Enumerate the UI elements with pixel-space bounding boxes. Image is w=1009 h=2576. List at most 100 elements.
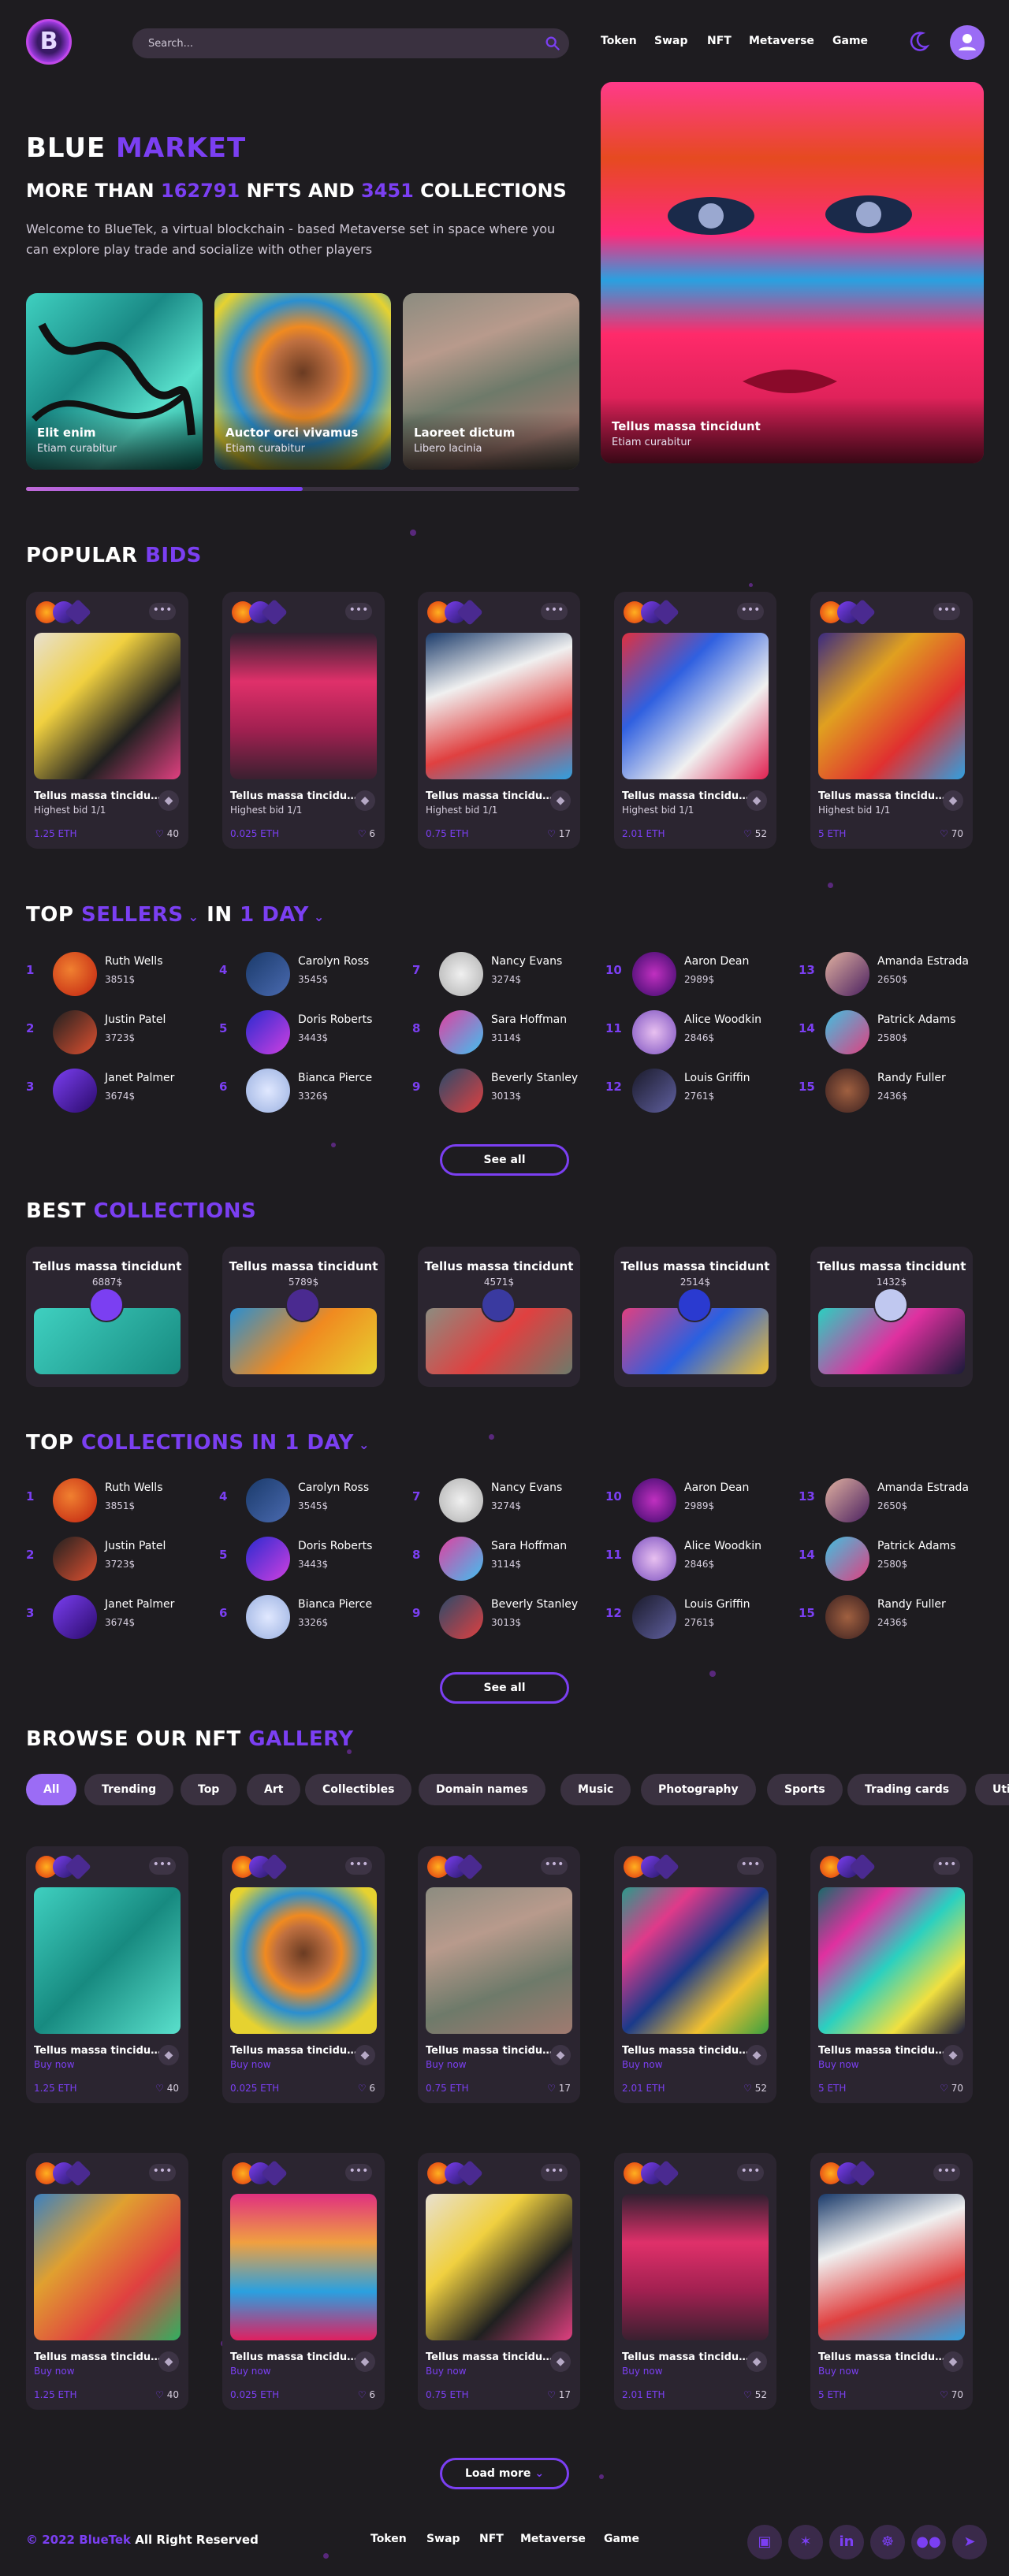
footer-nav-swap[interactable]: Swap: [426, 2533, 460, 2545]
likes-count[interactable]: ♡ 17: [547, 2083, 571, 2094]
nft-card[interactable]: ••• Tellus massa tincidunt Buy now ◆ 5 ETH ♡ …: [810, 1846, 973, 2103]
hero-slide-2[interactable]: Auctor orci vivamus Etiam curabitur: [214, 293, 391, 470]
seller-avatar[interactable]: [53, 1595, 97, 1639]
seller-avatar[interactable]: [632, 952, 676, 996]
collection-title[interactable]: Tellus massa tincidunt: [26, 1259, 188, 1273]
seller-name[interactable]: Randy Fuller: [877, 1072, 946, 1084]
seller-item[interactable]: 8 Sara Hoffman 3114$: [412, 1005, 601, 1056]
filter-chip-top[interactable]: Top: [181, 1774, 237, 1805]
footer-nav-metaverse[interactable]: Metaverse: [520, 2533, 586, 2545]
heart-icon[interactable]: ♡: [358, 2389, 370, 2400]
user-avatar[interactable]: [950, 25, 985, 60]
nft-title[interactable]: Tellus massa tincidunt: [230, 2351, 358, 2363]
buy-now-link[interactable]: Buy now: [230, 2059, 271, 2070]
filter-chip-utility[interactable]: Utility: [975, 1774, 1009, 1805]
nft-title[interactable]: Tellus massa tincidunt: [426, 2045, 553, 2057]
collection-avatar[interactable]: [677, 1288, 712, 1322]
seller-name[interactable]: Doris Roberts: [298, 1540, 372, 1552]
seller-name[interactable]: Aaron Dean: [684, 955, 749, 968]
buy-now-link[interactable]: Buy now: [426, 2059, 467, 2070]
more-options-button[interactable]: •••: [149, 603, 176, 620]
seller-item[interactable]: 11 Alice Woodkin 2846$: [605, 1532, 795, 1582]
seller-item[interactable]: 14 Patrick Adams 2580$: [799, 1532, 988, 1582]
heart-icon[interactable]: ♡: [940, 828, 951, 839]
seller-name[interactable]: Doris Roberts: [298, 1013, 372, 1026]
period-dropdown[interactable]: 1 DAY: [285, 1431, 354, 1455]
seller-item[interactable]: 3 Janet Palmer 3674$: [26, 1064, 215, 1114]
seller-item[interactable]: 5 Doris Roberts 3443$: [219, 1532, 408, 1582]
seller-avatar[interactable]: [53, 1537, 97, 1581]
nft-card[interactable]: ••• Tellus massa tincidunt Buy now ◆ 2.01 ET…: [614, 2153, 776, 2410]
seller-avatar[interactable]: [439, 952, 483, 996]
seller-avatar[interactable]: [246, 952, 290, 996]
seller-avatar[interactable]: [439, 1069, 483, 1113]
likes-count[interactable]: ♡ 40: [155, 2083, 179, 2094]
buy-now-link[interactable]: Buy now: [34, 2059, 75, 2070]
seller-name[interactable]: Randy Fuller: [877, 1598, 946, 1611]
linkedin-icon[interactable]: in: [829, 2525, 864, 2559]
seller-item[interactable]: 15 Randy Fuller 2436$: [799, 1064, 988, 1114]
footer-nav-token[interactable]: Token: [370, 2533, 407, 2545]
seller-avatar[interactable]: [632, 1595, 676, 1639]
more-options-button[interactable]: •••: [737, 603, 764, 620]
seller-name[interactable]: Beverly Stanley: [491, 1598, 578, 1611]
collection-card[interactable]: Tellus massa tincidunt 4571$: [418, 1247, 580, 1387]
nft-title[interactable]: Tellus massa tincidunt: [34, 2045, 162, 2057]
seller-item[interactable]: 14 Patrick Adams 2580$: [799, 1005, 988, 1056]
nft-image[interactable]: [34, 1887, 181, 2034]
seller-item[interactable]: 2 Justin Patel 3723$: [26, 1005, 215, 1056]
likes-count[interactable]: ♡ 6: [358, 2389, 375, 2400]
nft-image[interactable]: [426, 1887, 572, 2034]
nft-image[interactable]: [230, 633, 377, 779]
see-all-collections-button[interactable]: See all: [440, 1672, 569, 1704]
moon-icon[interactable]: [907, 30, 930, 54]
search-icon[interactable]: [544, 35, 561, 52]
buy-now-link[interactable]: Buy now: [230, 2366, 271, 2377]
seller-item[interactable]: 9 Beverly Stanley 3013$: [412, 1590, 601, 1641]
seller-avatar[interactable]: [53, 1478, 97, 1522]
heart-icon[interactable]: ♡: [743, 2083, 755, 2094]
seller-item[interactable]: 7 Nancy Evans 3274$: [412, 947, 601, 998]
see-all-sellers-button[interactable]: See all: [440, 1144, 569, 1176]
nft-image[interactable]: [426, 633, 572, 779]
likes-count[interactable]: ♡ 17: [547, 2389, 571, 2400]
seller-name[interactable]: Janet Palmer: [105, 1072, 174, 1084]
nft-image[interactable]: [622, 2194, 769, 2340]
seller-avatar[interactable]: [246, 1478, 290, 1522]
filter-chip-music[interactable]: Music: [560, 1774, 631, 1805]
nft-card[interactable]: ••• Tellus massa tincidunt Buy now ◆ 1.25 ET…: [26, 2153, 188, 2410]
sellers-dropdown[interactable]: SELLERS: [81, 903, 184, 927]
seller-item[interactable]: 10 Aaron Dean 2989$: [605, 947, 795, 998]
nft-image[interactable]: [426, 2194, 572, 2340]
nft-card[interactable]: ••• Tellus massa tincidunt Highest bid 1/1…: [614, 592, 776, 849]
nft-title[interactable]: Tellus massa tincidunt: [622, 2045, 750, 2057]
heart-icon[interactable]: ♡: [547, 828, 559, 839]
seller-name[interactable]: Beverly Stanley: [491, 1072, 578, 1084]
heart-icon[interactable]: ♡: [940, 2389, 951, 2400]
nft-card[interactable]: ••• Tellus massa tincidunt Buy now ◆ 0.025 E…: [222, 2153, 385, 2410]
buy-now-link[interactable]: Buy now: [818, 2366, 859, 2377]
nft-title[interactable]: Tellus massa tincidunt: [818, 2351, 946, 2363]
nft-card[interactable]: ••• Tellus massa tincidunt Highest bid 1/1…: [26, 592, 188, 849]
seller-avatar[interactable]: [439, 1478, 483, 1522]
buy-now-link[interactable]: Buy now: [622, 2059, 663, 2070]
more-options-button[interactable]: •••: [737, 2164, 764, 2181]
filter-chip-sports[interactable]: Sports: [767, 1774, 843, 1805]
collection-title[interactable]: Tellus massa tincidunt: [222, 1259, 385, 1273]
seller-name[interactable]: Amanda Estrada: [877, 1481, 969, 1494]
collection-title[interactable]: Tellus massa tincidunt: [614, 1259, 776, 1273]
seller-avatar[interactable]: [825, 952, 869, 996]
heart-icon[interactable]: ♡: [547, 2389, 559, 2400]
seller-avatar[interactable]: [632, 1537, 676, 1581]
seller-name[interactable]: Aaron Dean: [684, 1481, 749, 1494]
seller-name[interactable]: Nancy Evans: [491, 955, 562, 968]
filter-chip-domain-names[interactable]: Domain names: [419, 1774, 545, 1805]
seller-avatar[interactable]: [439, 1595, 483, 1639]
seller-name[interactable]: Sara Hoffman: [491, 1013, 567, 1026]
nft-image[interactable]: [34, 2194, 181, 2340]
more-options-button[interactable]: •••: [737, 1857, 764, 1875]
collection-title[interactable]: Tellus massa tincidunt: [810, 1259, 973, 1273]
seller-avatar[interactable]: [246, 1537, 290, 1581]
likes-count[interactable]: ♡ 52: [743, 828, 767, 839]
nav-swap[interactable]: Swap: [654, 35, 688, 47]
